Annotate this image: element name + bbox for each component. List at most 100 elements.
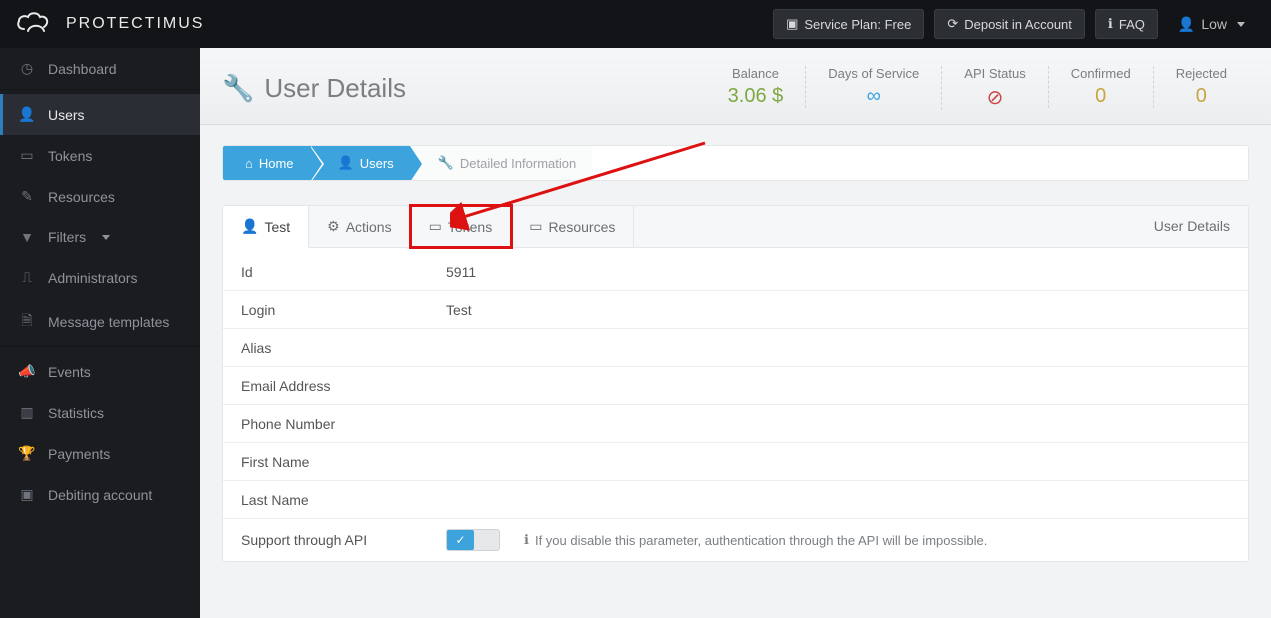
tokens-icon: ▭ [18,147,36,164]
topbar-actions: ▣ Service Plan: Free ⟳ Deposit in Accoun… [773,9,1255,39]
field-label: Email Address [241,378,446,394]
debiting-icon: ▣ [18,486,36,503]
field-label: Last Name [241,492,446,508]
tab-tokens[interactable]: ▭ Tokens [411,206,512,247]
field-label: Phone Number [241,416,446,432]
brand-logo[interactable]: PROTECTIMUS [16,11,204,37]
breadcrumb-users[interactable]: 👤 Users [310,146,410,180]
deposit-button[interactable]: ⟳ Deposit in Account [934,9,1085,39]
stat-value: 0 [1071,85,1131,108]
row-login: Login Test [223,290,1248,328]
sidebar-item-label: Dashboard [48,61,117,77]
sidebar-item-label: Payments [48,446,110,462]
topbar: PROTECTIMUS ▣ Service Plan: Free ⟳ Depos… [0,0,1271,48]
sidebar-item-label: Administrators [48,270,137,286]
page-title: 🔧 User Details [222,73,406,104]
faq-button[interactable]: ℹ FAQ [1095,9,1158,39]
sidebar-item-administrators[interactable]: ⎍ Administrators [0,257,200,298]
sidebar-item-message-templates[interactable]: 🗎 Message templates [0,298,200,346]
row-id: Id 5911 [223,248,1248,290]
row-last-name: Last Name [223,480,1248,518]
sidebar-item-filters[interactable]: ▼ Filters [0,217,200,257]
payments-icon: 🏆 [18,445,36,462]
refresh-icon: ⟳ [947,16,958,32]
details-table: Id 5911 Login Test Alias Email Address [223,248,1248,561]
content: ⌂ Home 👤 Users 🔧 Detailed Information 👤 [200,125,1271,582]
templates-icon: 🗎 [18,310,36,334]
info-icon: ℹ [524,532,529,548]
sidebar-group-main: 👤 Users ▭ Tokens ✎ Resources ▼ Filters ⎍… [0,89,200,346]
sidebar-item-debiting[interactable]: ▣ Debiting account [0,474,200,515]
row-support-api: Support through API ✓ ℹ If you disable t… [223,518,1248,561]
logo-icon [16,11,56,37]
username: Low [1201,16,1227,32]
service-plan-button[interactable]: ▣ Service Plan: Free [773,9,924,39]
sidebar-item-dashboard[interactable]: ◷ Dashboard [0,48,200,89]
row-phone: Phone Number [223,404,1248,442]
tab-resources[interactable]: ▭ Resources [511,206,634,247]
field-value: Test [446,302,1230,318]
resources-icon: ✎ [18,188,36,205]
stat-value: ⊘ [964,85,1025,110]
events-icon: 📣 [18,363,36,380]
field-label: Alias [241,340,446,356]
users-icon: 👤 [18,106,36,123]
sidebar-item-payments[interactable]: 🏆 Payments [0,433,200,474]
page-header: 🔧 User Details Balance 3.06 $ Days of Se… [200,48,1271,125]
sidebar-item-label: Resources [48,189,115,205]
tab-actions[interactable]: ⚙ Actions [309,206,410,247]
breadcrumb-detail: 🔧 Detailed Information [410,146,593,180]
main: 🔧 User Details Balance 3.06 $ Days of Se… [200,48,1271,618]
sidebar-item-users[interactable]: 👤 Users [0,94,200,135]
brand-text: PROTECTIMUS [66,15,204,33]
filters-icon: ▼ [18,229,36,245]
tab-label: Resources [548,219,615,235]
sidebar-item-statistics[interactable]: ▥ Statistics [0,392,200,433]
tab-label: Test [264,219,290,235]
stat-rejected: Rejected 0 [1153,66,1249,108]
faq-label: FAQ [1119,17,1145,32]
gear-icon: ⚙ [327,218,340,235]
field-value: 5911 [446,264,1230,280]
stat-api: API Status ⊘ [941,66,1047,110]
stat-value: 0 [1176,85,1227,108]
sidebar-item-resources[interactable]: ✎ Resources [0,176,200,217]
sidebar-item-label: Filters [48,229,86,245]
tab-test[interactable]: 👤 Test [223,206,309,248]
row-alias: Alias [223,328,1248,366]
stat-value: ∞ [828,85,919,108]
stat-label: Days of Service [828,66,919,81]
dashboard-icon: ◷ [18,60,36,77]
sidebar-item-label: Debiting account [48,487,152,503]
field-value: ✓ ℹ If you disable this parameter, authe… [446,529,1230,551]
user-icon: 👤 [241,218,258,235]
tokens-icon: ▭ [429,218,442,235]
field-label: Id [241,264,446,280]
sidebar-item-tokens[interactable]: ▭ Tokens [0,135,200,176]
sidebar-item-label: Tokens [48,148,92,164]
breadcrumb-label: Home [259,156,294,171]
breadcrumb-home[interactable]: ⌂ Home [223,146,310,180]
breadcrumb: ⌂ Home 👤 Users 🔧 Detailed Information [222,145,1249,181]
user-details-panel: 👤 Test ⚙ Actions ▭ Tokens ▭ Resources [222,205,1249,562]
breadcrumb-label: Users [360,156,394,171]
stat-value: 3.06 $ [728,85,784,108]
breadcrumb-label: Detailed Information [460,156,576,171]
sidebar: ◷ Dashboard 👤 Users ▭ Tokens ✎ Resources… [0,48,200,618]
deposit-label: Deposit in Account [964,17,1072,32]
home-icon: ⌂ [245,156,253,171]
sidebar-group-secondary: 📣 Events ▥ Statistics 🏆 Payments ▣ Debit… [0,346,200,515]
wrench-icon: 🔧 [222,73,254,104]
sidebar-item-events[interactable]: 📣 Events [0,351,200,392]
support-api-toggle[interactable]: ✓ [446,529,500,551]
user-menu[interactable]: 👤 Low [1168,10,1255,39]
tab-label: Tokens [448,219,492,235]
layout: ◷ Dashboard 👤 Users ▭ Tokens ✎ Resources… [0,48,1271,618]
stat-label: Confirmed [1071,66,1131,81]
sidebar-item-label: Events [48,364,91,380]
user-icon: 👤 [1178,16,1195,33]
field-label: Login [241,302,446,318]
info-icon: ℹ [1108,16,1113,32]
wrench-icon: 🔧 [438,155,454,171]
row-first-name: First Name [223,442,1248,480]
